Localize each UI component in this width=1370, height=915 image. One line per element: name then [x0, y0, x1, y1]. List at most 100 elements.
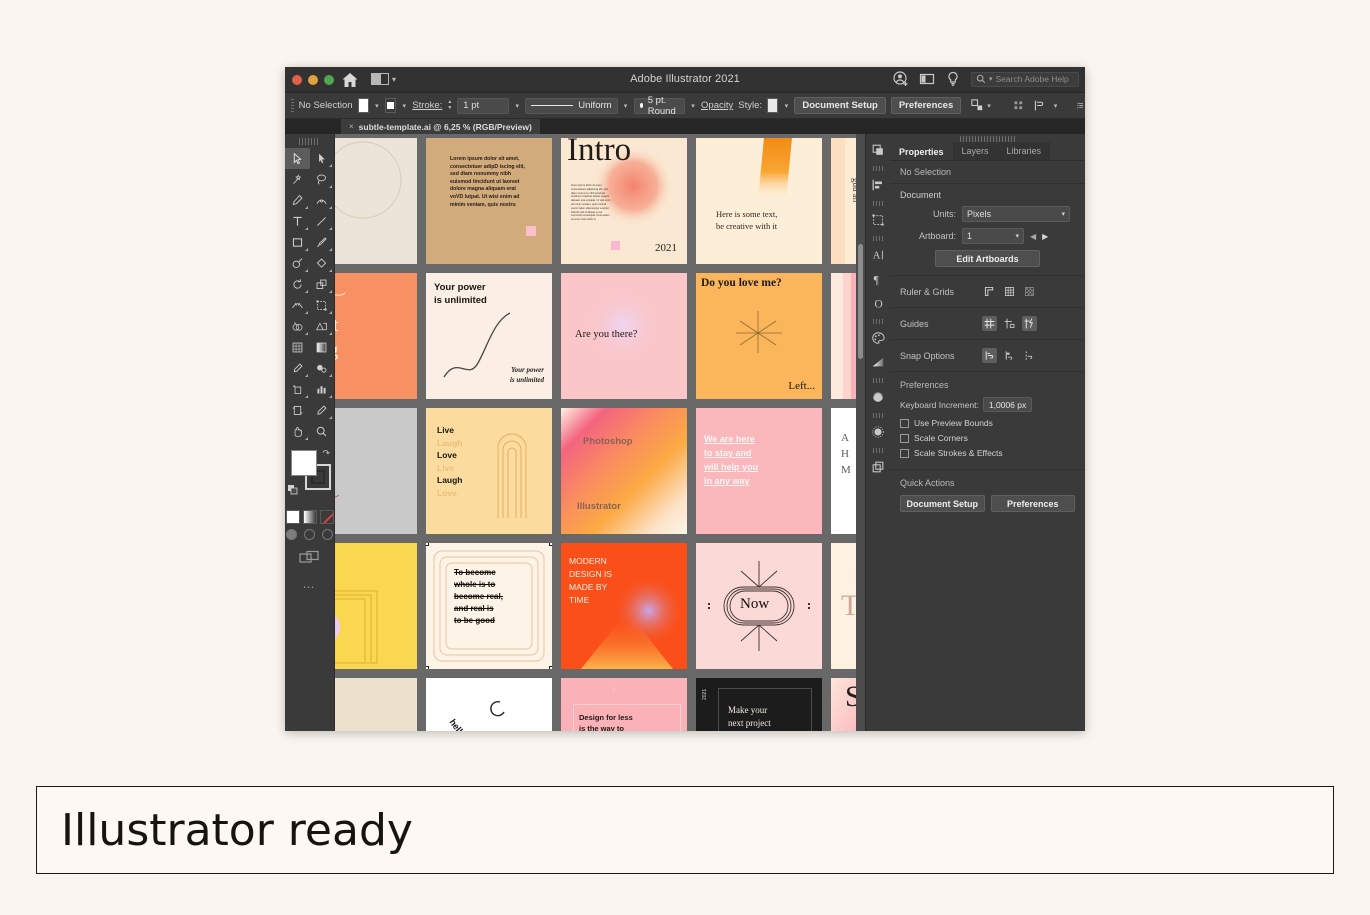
tool-direct-selection[interactable] [310, 148, 335, 169]
artboard-a4[interactable]: Here is some text, be creative with it [696, 138, 822, 264]
artboard-e1[interactable]: n to run ter and healthy [335, 678, 417, 731]
selection-handle-tl[interactable] [426, 543, 429, 546]
rail-align-icon[interactable] [866, 173, 891, 197]
brush-definition-caret[interactable]: ▾ [690, 93, 696, 118]
tool-rotate[interactable] [285, 274, 310, 295]
rail-transform-icon[interactable] [866, 208, 891, 232]
stroke-color-swatch[interactable] [385, 98, 396, 113]
artboard-b2[interactable]: Your power is unlimited Your power is un… [426, 273, 552, 399]
scale-corners-checkbox[interactable] [900, 434, 909, 443]
tool-gradient[interactable] [310, 337, 335, 358]
tab-libraries[interactable]: Libraries [998, 142, 1051, 160]
scale-strokes-effects-checkbox[interactable] [900, 449, 909, 458]
fill-dropdown-caret[interactable]: ▾ [374, 93, 380, 118]
panel-menu-icon[interactable] [1076, 99, 1085, 112]
artboard-d4[interactable]: Now [696, 543, 822, 669]
rail-paragraph-icon[interactable]: ¶ [866, 267, 891, 291]
tool-perspective-grid[interactable] [310, 316, 335, 337]
prev-artboard-icon[interactable]: ◀ [1030, 232, 1036, 241]
stroke-dropdown-caret[interactable]: ▾ [401, 93, 407, 118]
show-transparency-grid-icon[interactable] [1022, 284, 1037, 299]
tool-curvature[interactable] [310, 190, 335, 211]
rail-appearance-icon[interactable] [866, 385, 891, 409]
tool-slice[interactable] [310, 400, 335, 421]
artboard-c4[interactable]: We are here to stay and will help you in… [696, 408, 822, 534]
show-guides-icon[interactable] [982, 316, 997, 331]
discover-lightbulb-icon[interactable] [945, 71, 961, 87]
canvas-area[interactable]: Big Sale Here MadebyBoldmajid Lorem ipsu… [335, 134, 865, 731]
snap-to-point-icon[interactable] [982, 348, 997, 363]
artboard-c1[interactable]: e this day r day [335, 408, 417, 534]
brush-definition-select[interactable]: 5 pt. Round [634, 98, 685, 114]
document-tab[interactable]: × subtle-template.ai @ 6,25 % (RGB/Previ… [341, 119, 540, 134]
tool-pen[interactable] [285, 190, 310, 211]
canvas-vertical-scrollbar[interactable] [856, 134, 865, 731]
tool-blend[interactable] [310, 358, 335, 379]
color-mode-none[interactable] [320, 510, 334, 524]
keyboard-increment-field[interactable]: 1,0006 px [983, 397, 1032, 412]
color-mode-flat[interactable] [286, 510, 300, 524]
artboard-e4[interactable]: 2021 Make your next project stand out. C… [696, 678, 822, 731]
artboard-d1[interactable]: RN N IS MADE E [335, 543, 417, 669]
tool-width[interactable] [285, 295, 310, 316]
screen-mode-icon[interactable] [285, 550, 334, 566]
draw-mode-inside[interactable] [322, 529, 333, 540]
stroke-profile-caret[interactable]: ▾ [623, 93, 629, 118]
tool-line-segment[interactable] [310, 211, 335, 232]
artboard-c3[interactable]: Photoshop Illustrator [561, 408, 687, 534]
tool-selection[interactable] [285, 148, 310, 169]
artboard-c2[interactable]: Live Laugh Love Live Laugh Love [426, 408, 552, 534]
show-rulers-icon[interactable] [982, 284, 997, 299]
graphic-style-caret[interactable]: ▾ [783, 93, 789, 118]
draw-mode-behind[interactable] [304, 529, 315, 540]
selection-handle-bl[interactable] [426, 666, 429, 669]
rail-color-palette-icon[interactable] [866, 326, 891, 350]
quick-document-setup-button[interactable]: Document Setup [900, 495, 985, 512]
control-bar-grip[interactable] [291, 99, 294, 113]
stroke-weight-caret[interactable]: ▾ [514, 93, 520, 118]
tool-lasso[interactable] [310, 169, 335, 190]
arrange-panel-icon[interactable] [919, 71, 935, 87]
graphic-style-swatch[interactable] [767, 98, 778, 113]
artboard-e2[interactable]: hello world we are [426, 678, 552, 731]
tool-shaper[interactable] [285, 253, 310, 274]
use-preview-bounds-row[interactable]: Use Preview Bounds [900, 418, 1075, 428]
tool-paintbrush[interactable] [310, 232, 335, 253]
selection-handle-br[interactable] [549, 666, 552, 669]
tab-layers[interactable]: Layers [953, 142, 998, 160]
tab-properties[interactable]: Properties [890, 142, 953, 160]
units-select[interactable]: Pixels ▾ [962, 206, 1070, 222]
preferences-button[interactable]: Preferences [891, 97, 961, 114]
tool-artboard[interactable] [285, 400, 310, 421]
selection-handle-tr[interactable] [549, 543, 552, 546]
document-setup-button[interactable]: Document Setup [794, 97, 885, 114]
artboard-b1[interactable]: ur next g thing [335, 273, 417, 399]
next-artboard-icon[interactable]: ▶ [1042, 232, 1048, 241]
artboard-a3[interactable]: Intro lorem ipsum dolor sit amet, consec… [561, 138, 687, 264]
snap-to-pixel-icon[interactable] [1022, 348, 1037, 363]
stroke-label[interactable]: Stroke: [412, 100, 442, 111]
stroke-profile-select[interactable]: Uniform [525, 98, 617, 114]
show-grid-icon[interactable] [1002, 284, 1017, 299]
scale-corners-row[interactable]: Scale Corners [900, 433, 1075, 443]
rail-gradient-icon[interactable] [866, 350, 891, 374]
rail-opentype-icon[interactable]: O [866, 291, 891, 315]
rail-layers-icon[interactable] [866, 455, 891, 479]
artboard-b3[interactable]: Are you there? [561, 273, 687, 399]
edit-artboards-button[interactable]: Edit Artboards [935, 250, 1040, 267]
align-transform-group[interactable]: ▾ [1012, 99, 1058, 112]
fill-color-control[interactable] [291, 450, 317, 476]
artboard-select[interactable]: 1 ▾ [962, 228, 1024, 244]
rail-brushes-icon[interactable] [866, 420, 891, 444]
opacity-label[interactable]: Opacity [701, 100, 733, 111]
tool-scale[interactable] [310, 274, 335, 295]
tools-panel-grip[interactable] [299, 138, 320, 145]
tool-type[interactable] [285, 211, 310, 232]
select-similar-group[interactable]: ▾ [970, 98, 991, 113]
scale-strokes-effects-row[interactable]: Scale Strokes & Effects [900, 448, 1075, 458]
lock-guides-icon[interactable] [1002, 316, 1017, 331]
artboard-d2[interactable]: To become whole is to become real, and r… [426, 543, 552, 669]
artboard-b4[interactable]: Do you love me? Left... [696, 273, 822, 399]
swap-fill-stroke-icon[interactable]: ↷ [322, 448, 330, 459]
stroke-weight-field[interactable]: 1 pt [457, 98, 509, 114]
